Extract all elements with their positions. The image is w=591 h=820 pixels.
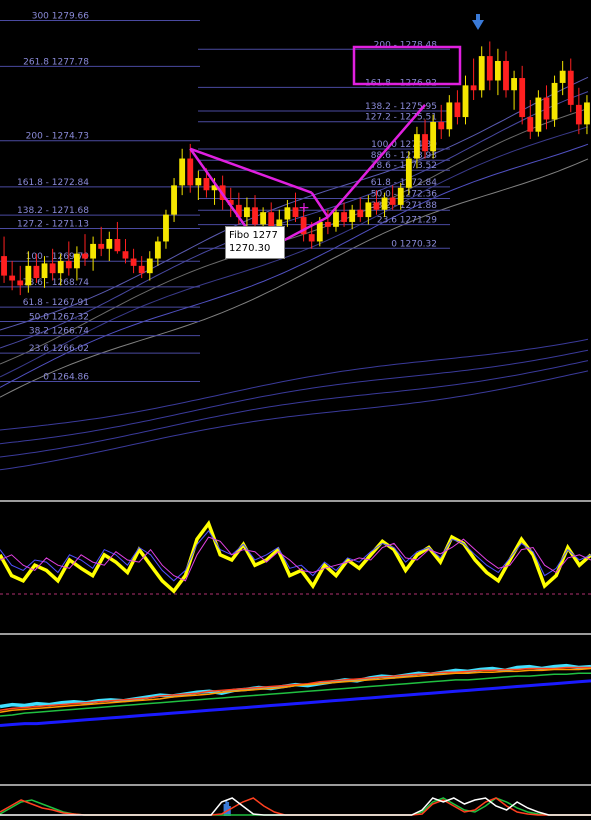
fibo-tooltip: Fibo 1277 1270.30 <box>225 226 285 259</box>
chart-background <box>0 0 591 816</box>
candle-body <box>195 178 202 186</box>
fibo-level-label: 138.2 - 1275.95 <box>365 102 437 112</box>
candle-body <box>575 104 582 125</box>
fibo-level-label: 200 - 1278.48 <box>374 40 438 50</box>
candle-body <box>252 207 258 225</box>
fibo-level-label: 23.6 1271.29 <box>377 216 437 226</box>
pattern-cross-icon: + <box>298 200 310 216</box>
candle-body <box>9 275 16 281</box>
candle-body <box>138 265 145 274</box>
candle-body <box>567 70 574 105</box>
candle-body <box>1 256 7 276</box>
candle-body <box>494 60 501 81</box>
fibo-level-label: 200 - 1274.73 <box>26 132 89 142</box>
fibo-level-label: 50.0 - 1272.36 <box>371 190 437 200</box>
candle-body <box>519 78 526 118</box>
candle-body <box>187 158 194 186</box>
candle-body <box>73 253 80 269</box>
candle-body <box>559 70 566 83</box>
candle-body <box>511 78 518 91</box>
candle-body <box>462 85 469 118</box>
candle-body <box>179 158 186 186</box>
fibo-level-label: 61.8 - 1267.91 <box>23 298 89 308</box>
fibo-level-label: 38.2 - 1271.88 <box>371 201 437 211</box>
candle-body <box>535 97 542 132</box>
candle-body <box>98 243 105 249</box>
candle-body <box>405 158 412 188</box>
fibo-level-label: 38.2 1266.74 <box>29 327 89 337</box>
candle-body <box>430 121 437 152</box>
candle-body <box>397 187 404 205</box>
candle-body <box>41 263 48 279</box>
candle-body <box>17 280 24 286</box>
candle-body <box>341 212 347 222</box>
fibo-level-label: 127.2 - 1271.13 <box>17 220 89 230</box>
fibo-level-label: 127.2 - 1275.51 <box>365 113 437 123</box>
fibo-level-label: 261.8 1277.78 <box>23 57 89 67</box>
chart-canvas: 300 1279.66 261.8 1277.78 200 - 1274.73 161… <box>0 0 591 816</box>
histogram-bar <box>223 804 226 816</box>
candle-body <box>349 209 356 222</box>
candle-body <box>503 60 509 91</box>
fibo-level-label: 161.8 - 1272.84 <box>17 178 89 188</box>
fibo-level-label: 61.8 - 1272.84 <box>371 178 437 188</box>
candle-body <box>57 260 64 274</box>
candle-body <box>154 241 161 259</box>
candle-body <box>543 97 550 120</box>
candle-body <box>389 197 396 205</box>
candle-body <box>422 134 428 152</box>
candle-body <box>65 260 72 269</box>
histogram-bar <box>225 800 228 816</box>
candle-body <box>163 214 169 242</box>
candle-body <box>82 253 88 259</box>
candle-body <box>357 209 364 218</box>
candle-body <box>365 202 372 218</box>
candle-body <box>324 221 331 227</box>
fibo-level-label: 78.6 - 1268.74 <box>23 278 89 288</box>
tooltip-line-2: 1270.30 <box>229 243 271 254</box>
fibo-level-label: 50.0 1267.32 <box>29 312 89 322</box>
candle-body <box>381 197 388 210</box>
candle-body <box>114 239 121 252</box>
candle-body <box>171 185 177 215</box>
candle-body <box>146 258 153 274</box>
tooltip-line-1: Fibo 1277 <box>229 230 278 241</box>
candle-body <box>333 212 339 227</box>
candle-body <box>203 178 210 191</box>
candle-body <box>244 207 250 218</box>
histogram-bar <box>227 802 230 816</box>
candle-body <box>122 251 129 259</box>
candle-body <box>584 102 590 125</box>
candle-body <box>373 202 380 210</box>
candle-body <box>316 221 323 242</box>
candle-body <box>308 234 315 242</box>
candle-body <box>446 102 453 130</box>
candle-body <box>438 121 445 130</box>
candle-body <box>90 243 97 259</box>
candle-body <box>454 102 461 118</box>
fibo-level-label: 0 1270.32 <box>391 239 437 249</box>
candle-body <box>130 258 137 266</box>
candle-body <box>527 117 534 132</box>
chart-window: 300 1279.66 261.8 1277.78 200 - 1274.73 161… <box>0 0 591 816</box>
candle-body <box>478 56 485 91</box>
candle-body <box>106 239 113 249</box>
fibo-level-label: 0 1264.86 <box>43 372 89 382</box>
fibo-level-label: 300 1279.66 <box>32 11 90 21</box>
fibo-level-label: 138.2 - 1271.68 <box>17 206 89 216</box>
candle-body <box>414 134 420 159</box>
fibo-level-label: 23.6 1266.02 <box>29 344 89 354</box>
candle-body <box>25 265 32 286</box>
candle-body <box>33 265 40 279</box>
candle-body <box>486 56 493 81</box>
candle-body <box>470 85 477 91</box>
candle-body <box>284 207 291 220</box>
candle-body <box>260 212 267 225</box>
fibo-level-label: 78.6 - 1273.52 <box>371 161 437 171</box>
candle-body <box>49 263 56 274</box>
candle-body <box>551 82 558 120</box>
